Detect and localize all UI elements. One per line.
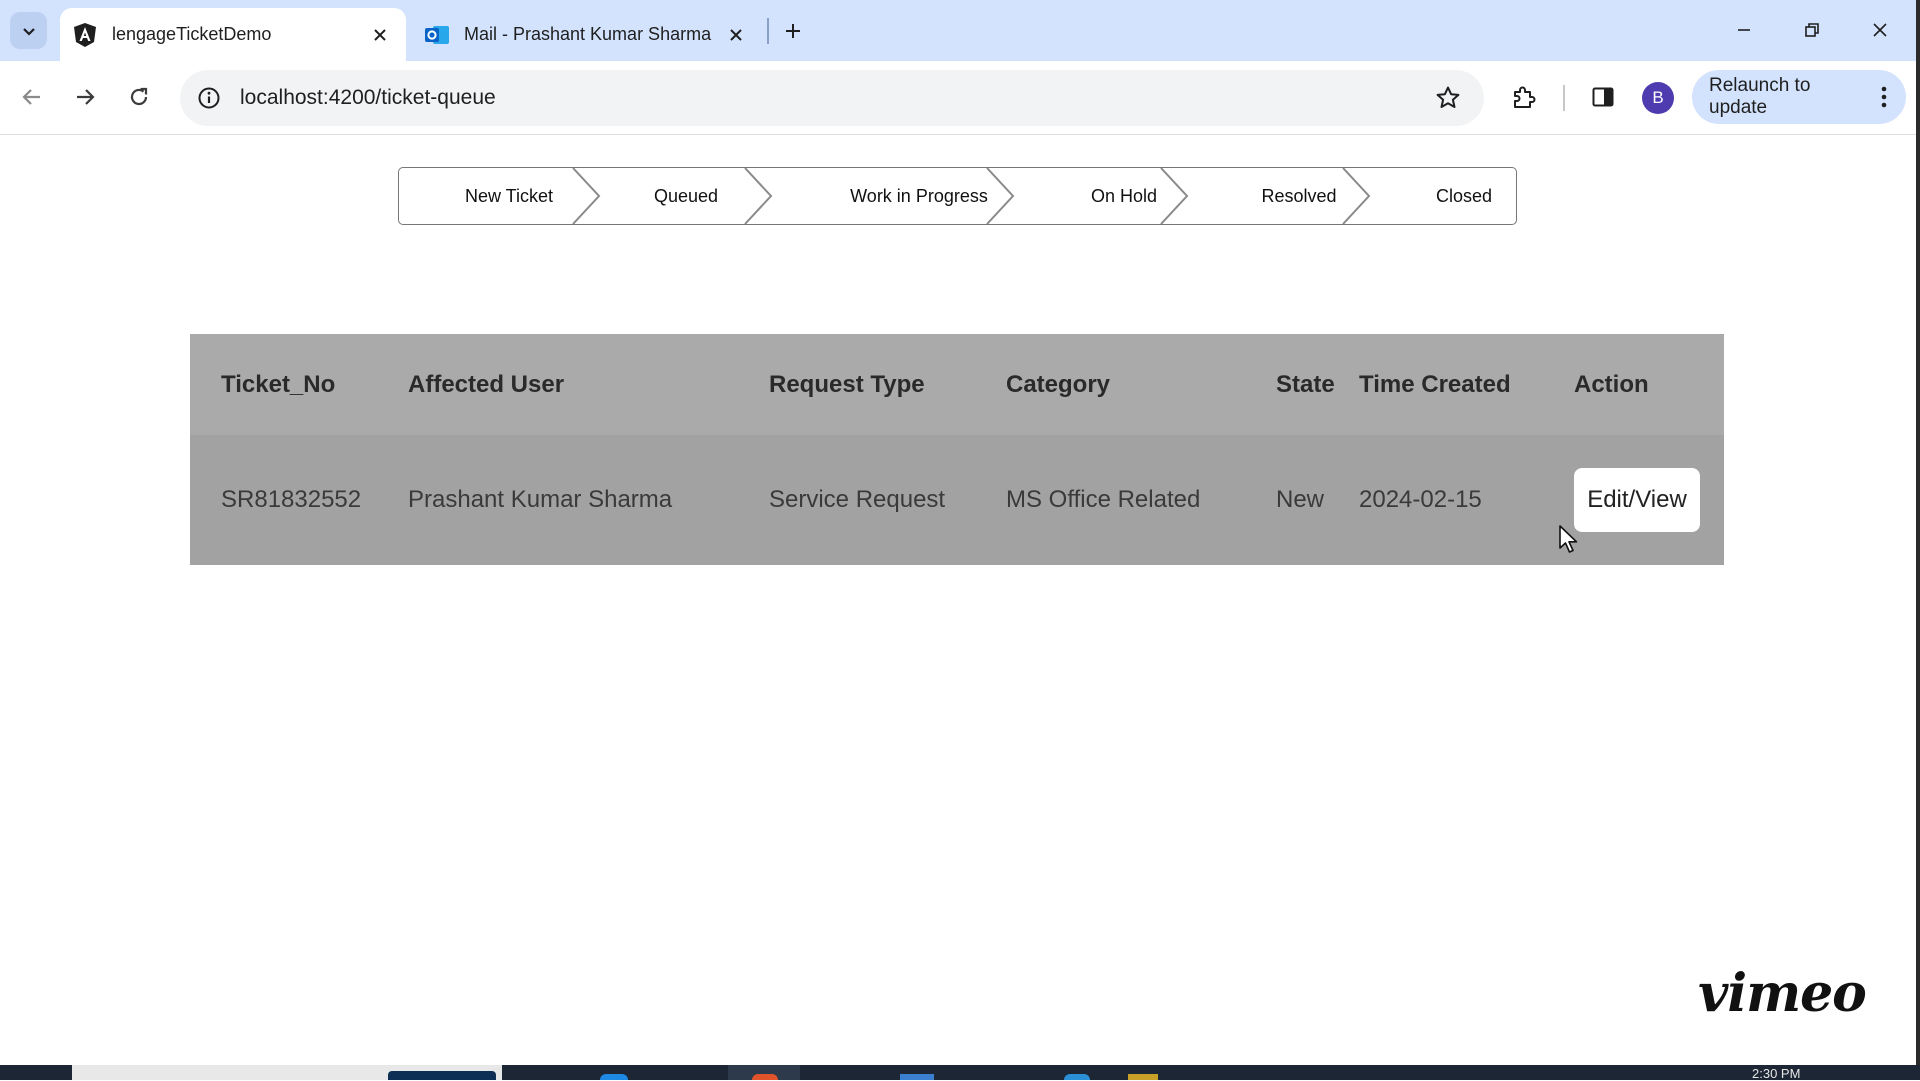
column-header-affected-user: Affected User: [408, 334, 769, 435]
tab-search-button[interactable]: [10, 12, 47, 49]
cell-state: New: [1276, 435, 1359, 565]
profile-avatar[interactable]: B: [1642, 82, 1674, 114]
tab-mail[interactable]: Mail - Prashant Kumar Sharma: [412, 8, 762, 61]
close-icon: [1873, 23, 1887, 37]
side-panel-button[interactable]: [1582, 76, 1624, 118]
minimize-icon: [1738, 29, 1750, 31]
table-header-row: Ticket_No Affected User Request Type Cat…: [190, 334, 1724, 435]
taskbar-app-icon[interactable]: [1128, 1074, 1158, 1080]
cell-affected-user: Prashant Kumar Sharma: [408, 435, 769, 565]
extensions-button[interactable]: [1503, 76, 1545, 118]
minimize-button[interactable]: [1722, 10, 1766, 50]
puzzle-icon: [1514, 86, 1536, 108]
step-closed[interactable]: Closed: [1404, 168, 1524, 224]
back-button[interactable]: [12, 77, 52, 117]
step-new-ticket[interactable]: New Ticket: [449, 168, 569, 224]
step-chevron-icon: [1342, 168, 1371, 224]
arrow-right-icon: [77, 89, 95, 105]
tab-title: lengageTicketDemo: [112, 24, 272, 44]
restore-icon: [1805, 23, 1819, 37]
taskbar-app-icon[interactable]: [900, 1074, 934, 1080]
bookmark-star-icon[interactable]: [1430, 80, 1466, 116]
browser-toolbar: localhost:4200/ticket-queue B Relaunch t…: [0, 61, 1920, 135]
taskbar-clock[interactable]: 2:30 PM: [1752, 1066, 1800, 1081]
forward-button[interactable]: [65, 77, 105, 117]
table-row: SR81832552 Prashant Kumar Sharma Service…: [190, 435, 1724, 565]
outlook-icon: [424, 22, 450, 48]
reload-icon: [130, 87, 148, 106]
column-header-time-created: Time Created: [1359, 334, 1574, 435]
mouse-cursor-icon: [1559, 525, 1578, 553]
cell-category: MS Office Related: [1006, 435, 1276, 565]
taskbar-app-icon[interactable]: [752, 1074, 778, 1080]
column-header-state: State: [1276, 334, 1359, 435]
column-header-ticket-no: Ticket_No: [190, 334, 408, 435]
tab-ticket-demo[interactable]: lengageTicketDemo: [60, 8, 406, 61]
cell-action: Edit/View: [1574, 435, 1724, 565]
url-text[interactable]: localhost:4200/ticket-queue: [240, 86, 1430, 110]
relaunch-label: Relaunch to update: [1709, 75, 1811, 118]
address-bar[interactable]: localhost:4200/ticket-queue: [180, 70, 1484, 126]
new-tab-button[interactable]: [776, 14, 810, 48]
tab-close-button[interactable]: [722, 21, 750, 49]
step-chevron-icon: [744, 168, 773, 224]
toolbar-divider: [1563, 85, 1565, 111]
restore-button[interactable]: [1790, 10, 1834, 50]
tab-divider: [767, 18, 769, 44]
side-panel-icon: [1592, 87, 1614, 107]
cell-time-created: 2024-02-15: [1359, 435, 1574, 565]
column-header-request-type: Request Type: [769, 334, 1006, 435]
tab-title: Mail - Prashant Kumar Sharma: [464, 24, 712, 44]
window-edge: [1916, 0, 1920, 1065]
ticket-table: Ticket_No Affected User Request Type Cat…: [190, 334, 1724, 565]
edit-view-button[interactable]: Edit/View: [1574, 468, 1700, 532]
step-chevron-icon: [1160, 168, 1189, 224]
angular-icon: [72, 22, 98, 48]
tab-close-button[interactable]: [366, 21, 394, 49]
step-queued[interactable]: Queued: [631, 168, 741, 224]
column-header-action: Action: [1574, 334, 1724, 435]
taskbar-app-button[interactable]: [388, 1071, 496, 1080]
arrow-left-icon: [22, 89, 40, 105]
cell-ticket-no: SR81832552: [190, 435, 408, 565]
chevron-down-icon: [22, 27, 35, 36]
close-icon: [374, 28, 386, 41]
close-window-button[interactable]: [1858, 10, 1902, 50]
vimeo-watermark: vimeo: [1676, 940, 1888, 1046]
site-info-icon[interactable]: [194, 83, 224, 113]
relaunch-button[interactable]: Relaunch to update: [1692, 70, 1906, 124]
step-chevron-icon: [986, 168, 1015, 224]
more-menu-icon[interactable]: [1872, 82, 1896, 112]
taskbar-app-icon[interactable]: [1064, 1074, 1090, 1080]
plus-icon: [786, 24, 800, 38]
reload-button[interactable]: [119, 77, 159, 117]
column-header-category: Category: [1006, 334, 1276, 435]
close-icon: [730, 28, 742, 41]
step-chevron-icon: [572, 168, 601, 224]
tab-strip: lengageTicketDemo Mail - Prashant Kumar …: [0, 0, 1920, 61]
cell-request-type: Service Request: [769, 435, 1006, 565]
taskbar-app-icon[interactable]: [600, 1074, 628, 1080]
status-stepper: New Ticket Queued Work in Progress On Ho…: [398, 167, 1517, 225]
